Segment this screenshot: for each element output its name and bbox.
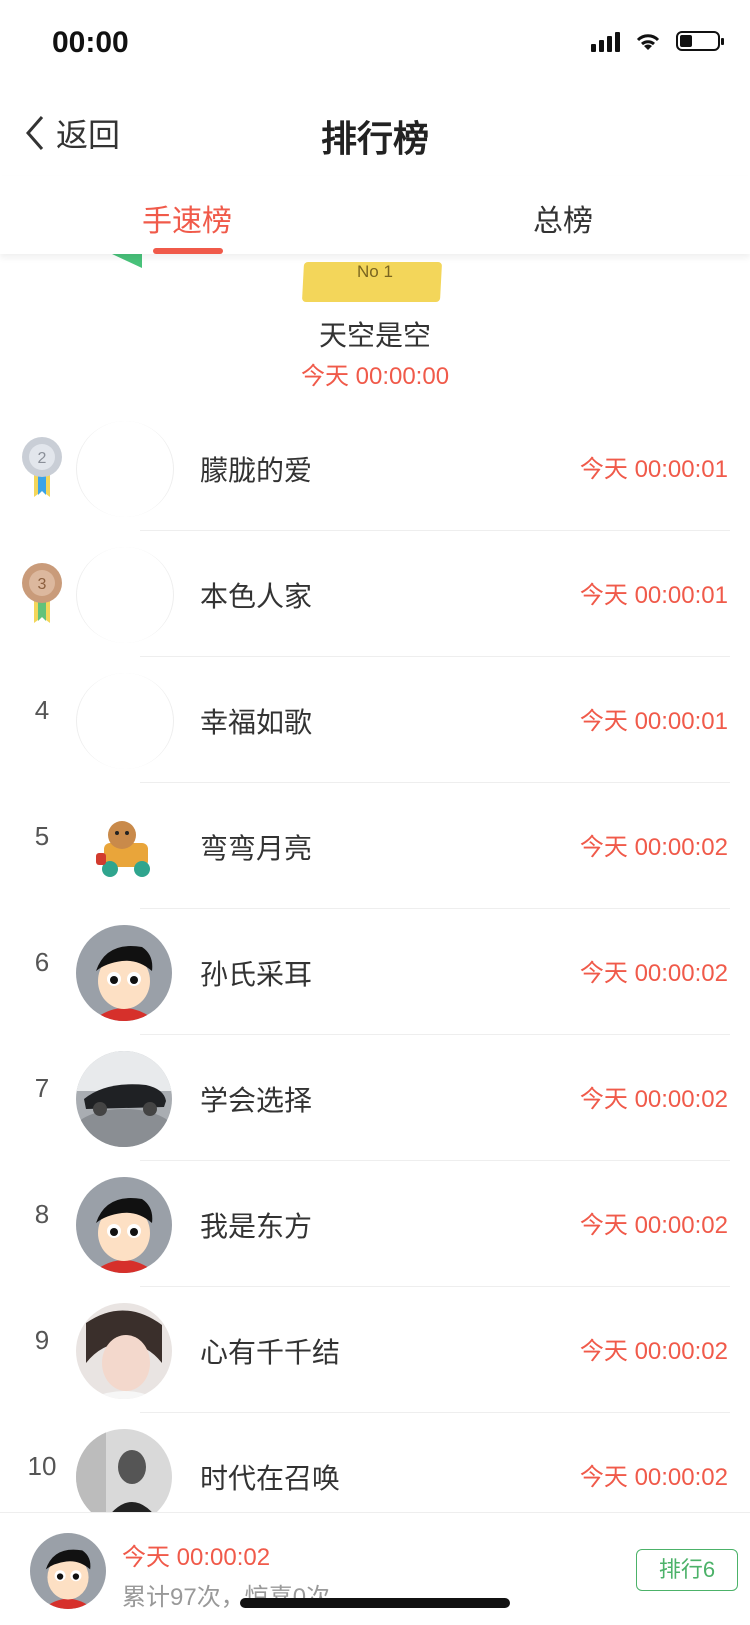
user-name: 我是东方 [200, 1211, 313, 1242]
user-name: 本色人家 [200, 581, 313, 612]
cartoon-boy-avatar-icon [76, 1177, 172, 1273]
page-title: 排行榜 [320, 118, 429, 159]
user-name: 朦胧的爱 [200, 455, 313, 486]
avatar[interactable] [76, 673, 174, 769]
avatar[interactable] [76, 1429, 172, 1525]
my-best-time: 今天 00:00:02 [122, 1544, 271, 1571]
first-place-name: 天空是空 [318, 320, 431, 351]
first-place-section: No 1 天空是空 今天 00:00:00 [0, 254, 750, 404]
active-tab-indicator [153, 248, 223, 254]
portrait-avatar-icon [76, 1303, 172, 1399]
toy-car-avatar-icon [76, 799, 172, 895]
svg-text:3: 3 [38, 576, 47, 593]
avatar[interactable] [76, 1177, 172, 1273]
rank-number: 5 [34, 821, 50, 851]
tab-total-ranking[interactable]: 总榜 [533, 196, 593, 240]
user-name: 孙氏采耳 [200, 959, 313, 990]
record-time: 今天 00:00:02 [579, 960, 728, 987]
rank-number: 7 [34, 1073, 50, 1103]
user-name: 弯弯月亮 [200, 833, 313, 864]
rank-number: 8 [34, 1199, 50, 1229]
record-time: 今天 00:00:02 [579, 834, 728, 861]
signal-icon [591, 30, 620, 52]
avatar[interactable] [76, 1303, 172, 1399]
wifi-icon [636, 34, 660, 50]
my-rank-button[interactable]: 排行6 [636, 1549, 738, 1591]
tab-bar: 手速榜 总榜 [0, 176, 750, 254]
nav-bar: 返回 排行榜 [0, 90, 750, 176]
user-name: 幸福如歌 [200, 707, 313, 738]
tab-speed-ranking[interactable]: 手速榜 [142, 196, 232, 240]
avatar[interactable] [76, 925, 172, 1021]
avatar[interactable] [76, 421, 174, 517]
status-time: 00:00 [52, 26, 129, 59]
user-name: 时代在召唤 [200, 1463, 341, 1494]
home-indicator [240, 1598, 510, 1608]
first-place-badge-text: No 1 [357, 262, 393, 281]
status-icons [591, 30, 724, 52]
ranking-row[interactable]: 3 本色人家 今天 00:00:01 [0, 531, 750, 657]
ranking-row[interactable]: 7 学会选择 今天 00:00:02 [0, 1035, 750, 1161]
ranking-row[interactable]: 2 朦胧的爱 今天 00:00:01 [0, 405, 750, 531]
silver-medal-icon: 2 [22, 437, 62, 497]
status-bar: 00:00 [0, 0, 750, 90]
rank-number: 4 [34, 695, 50, 725]
record-time: 今天 00:00:01 [579, 582, 728, 609]
cartoon-boy-avatar-icon [76, 925, 172, 1021]
avatar[interactable] [76, 1051, 172, 1147]
avatar[interactable] [76, 547, 174, 643]
svg-text:2: 2 [38, 450, 47, 467]
battery-icon [676, 31, 724, 51]
cartoon-boy-avatar-icon [30, 1533, 106, 1609]
ranking-row[interactable]: 9 心有千千结 今天 00:00:02 [0, 1287, 750, 1413]
rank-number: 10 [27, 1451, 57, 1481]
bw-photo-avatar-icon [76, 1429, 172, 1525]
ranking-row[interactable]: 8 我是东方 今天 00:00:02 [0, 1161, 750, 1287]
avatar[interactable] [76, 799, 172, 895]
record-time: 今天 00:00:01 [579, 708, 728, 735]
record-time: 今天 00:00:01 [579, 456, 728, 483]
record-time: 今天 00:00:02 [579, 1464, 728, 1491]
record-time: 今天 00:00:02 [579, 1086, 728, 1113]
my-avatar[interactable] [30, 1533, 106, 1609]
user-name: 学会选择 [200, 1085, 313, 1116]
car-photo-avatar-icon [76, 1051, 172, 1147]
record-time: 今天 00:00:02 [579, 1212, 728, 1239]
my-rank-bar: 今天 00:00:02 累计97次，惊喜0次 排行6 [0, 1512, 750, 1625]
rank-number: 9 [34, 1325, 50, 1355]
record-time: 今天 00:00:02 [579, 1338, 728, 1365]
ranking-list: 2 朦胧的爱 今天 00:00:01 3 本色人家 今天 00:00:01 4 … [0, 405, 750, 1539]
ranking-row[interactable]: 6 孙氏采耳 今天 00:00:02 [0, 909, 750, 1035]
user-name: 心有千千结 [200, 1337, 341, 1368]
rank-number: 6 [34, 947, 50, 977]
ranking-row[interactable]: 5 弯弯月亮 今天 00:00:02 [0, 783, 750, 909]
bronze-medal-icon: 3 [22, 563, 62, 623]
first-place-time: 今天 00:00:00 [300, 363, 450, 390]
ranking-row[interactable]: 4 幸福如歌 今天 00:00:01 [0, 657, 750, 783]
